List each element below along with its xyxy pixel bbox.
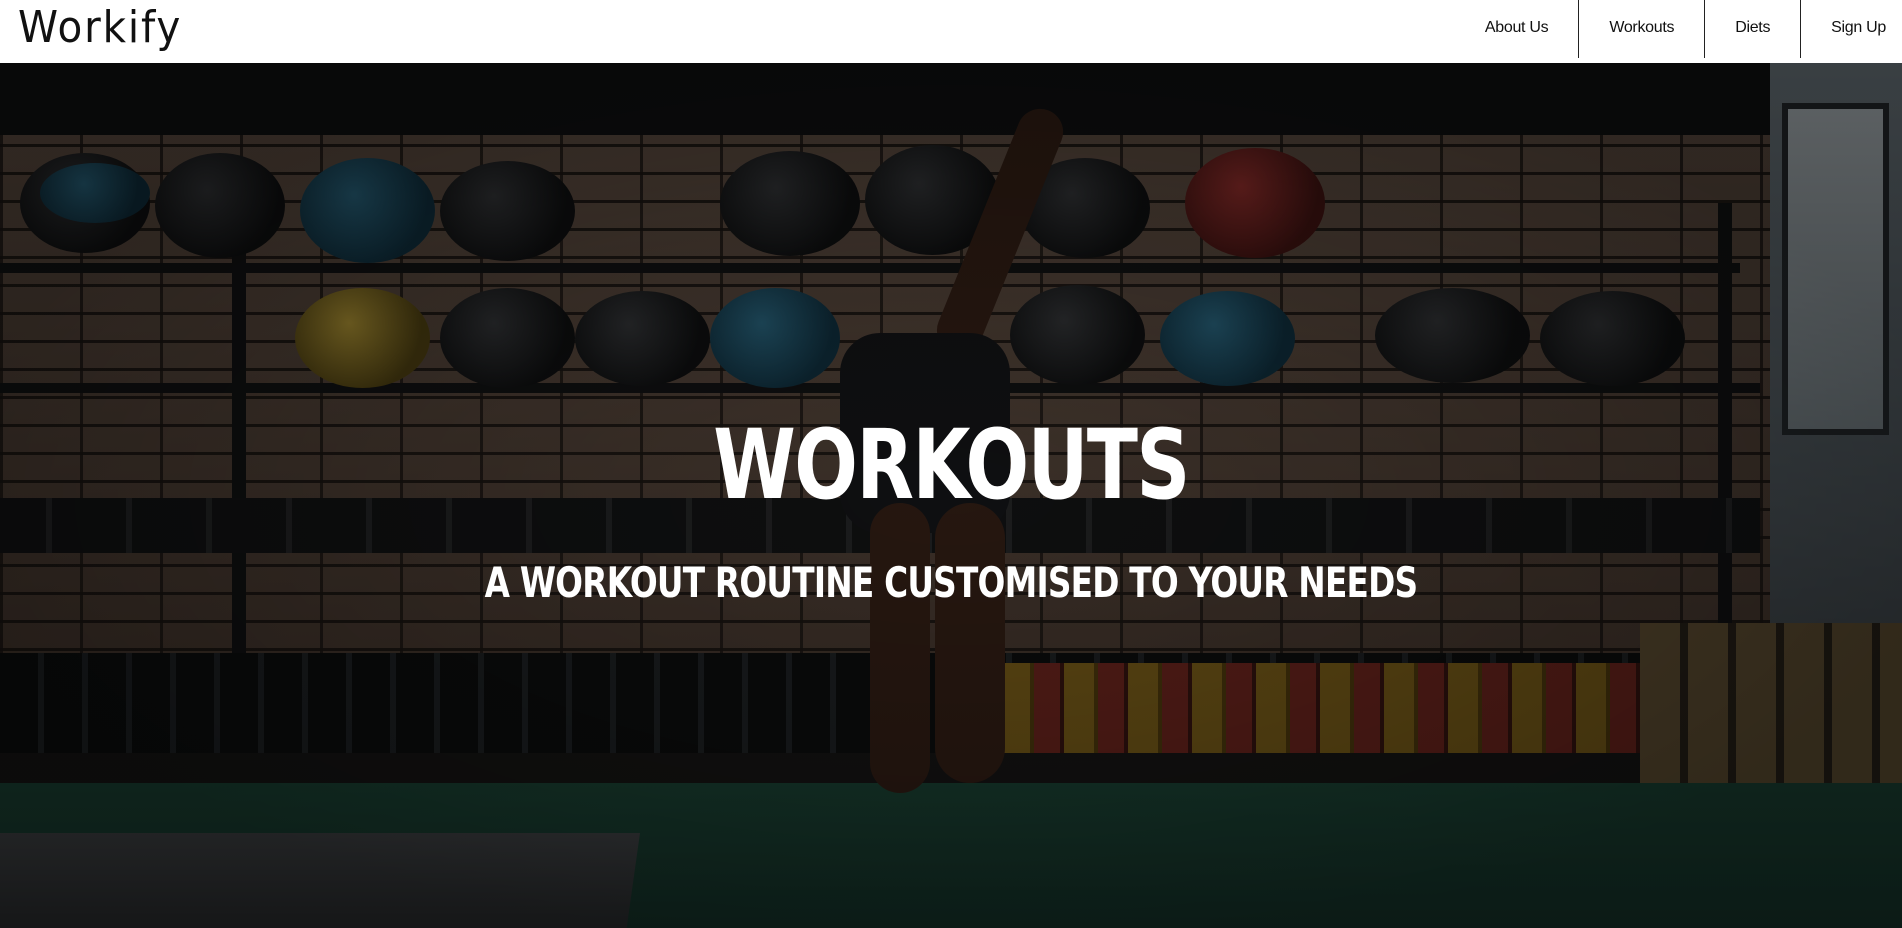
site-header: Workify About Us Workouts Diets Sign Up xyxy=(0,0,1902,63)
nav-workouts[interactable]: Workouts xyxy=(1579,0,1704,58)
hero-subtitle: A WORKOUT ROUTINE CUSTOMISED TO YOUR NEE… xyxy=(484,557,1419,607)
hero-title: WORKOUTS xyxy=(713,409,1190,522)
nav-diets[interactable]: Diets xyxy=(1705,0,1800,58)
nav-sign-up[interactable]: Sign Up xyxy=(1801,0,1902,58)
nav-about-us[interactable]: About Us xyxy=(1455,0,1578,58)
site-logo[interactable]: Workify xyxy=(18,0,182,56)
hero-section: WORKOUTS A WORKOUT ROUTINE CUSTOMISED TO… xyxy=(0,63,1902,928)
main-nav: About Us Workouts Diets Sign Up xyxy=(1455,0,1902,58)
